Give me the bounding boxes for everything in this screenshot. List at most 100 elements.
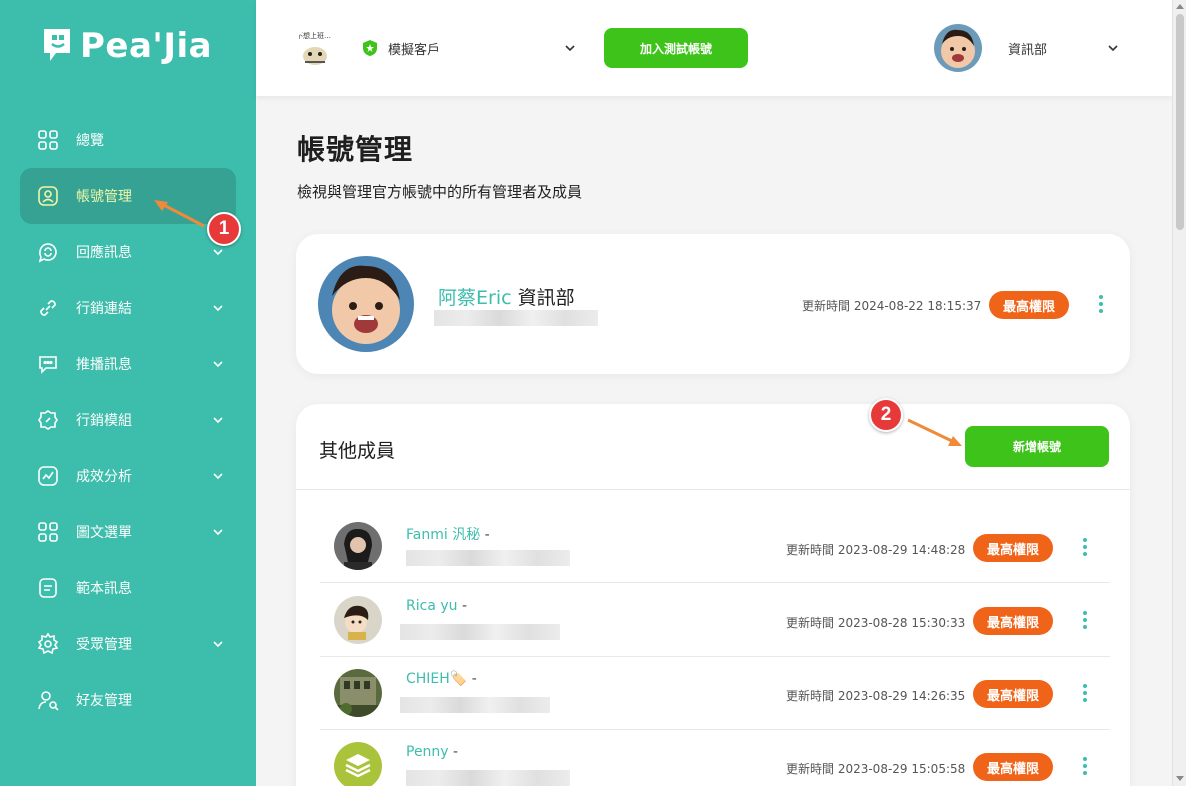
chevron-down-icon [213, 249, 223, 256]
scrollbar[interactable] [1172, 0, 1186, 786]
sidebar-item-label: 成效分析 [76, 469, 132, 485]
join-test-account-button[interactable]: 加入測試帳號 [604, 28, 748, 68]
template-icon [36, 576, 60, 600]
user-square-icon [36, 184, 60, 208]
member-permission-badge: 最高權限 [973, 753, 1053, 781]
member-update-time: 更新時間 2023-08-29 15:05:58 [786, 762, 966, 776]
sidebar-item-label: 行銷模組 [76, 413, 132, 429]
member-permission-badge: 最高權限 [973, 534, 1053, 562]
sidebar-item-label: 帳號管理 [76, 189, 132, 205]
annotation-arrow-2 [907, 418, 962, 446]
sidebar-item-audience-management[interactable]: 受眾管理 [20, 616, 236, 672]
member-avatar [334, 742, 382, 786]
owner-permission-badge: 最高權限 [989, 291, 1069, 319]
member-more-icon[interactable] [1082, 611, 1088, 629]
member-row: Fanmi 汎秘 - 更新時間 2023-08-29 14:48:28 最高權限 [320, 510, 1110, 583]
member-permission-badge: 最高權限 [973, 607, 1053, 635]
scroll-down-arrow-icon[interactable] [1176, 776, 1184, 781]
app-logo[interactable]: Pea'Jia [42, 26, 212, 66]
sidebar-item-label: 行銷連結 [76, 301, 132, 317]
sidebar-item-label: 範本訊息 [76, 581, 132, 597]
owner-name: 阿蔡Eric 資訊部 [438, 283, 575, 310]
sidebar-item-label: 推播訊息 [76, 357, 132, 373]
page-title: 帳號管理 [297, 133, 414, 166]
member-update-time: 更新時間 2023-08-29 14:48:28 [786, 543, 966, 557]
svg-text:不想上班…: 不想上班… [296, 31, 331, 40]
member-avatar [334, 522, 382, 570]
owner-dept: 資訊部 [517, 287, 575, 309]
member-update-time: 更新時間 2023-08-28 15:30:33 [786, 616, 966, 630]
gear-icon [36, 632, 60, 656]
owner-display-name: 阿蔡Eric [438, 287, 512, 309]
member-row: CHIEH🏷️ - 更新時間 2023-08-29 14:26:35 最高權限 [320, 657, 1110, 730]
sidebar-item-label: 回應訊息 [76, 245, 132, 261]
divider [296, 489, 1130, 490]
members-title: 其他成員 [319, 440, 396, 462]
owner-avatar [318, 256, 414, 352]
member-avatar [334, 596, 382, 644]
chevron-down-icon[interactable] [1107, 42, 1119, 54]
sidebar-item-rich-menu[interactable]: 圖文選單 [20, 504, 236, 560]
chart-icon [36, 464, 60, 488]
sidebar-item-template-messages[interactable]: 範本訊息 [20, 560, 236, 616]
user-search-icon [36, 688, 60, 712]
member-email-redacted [406, 770, 570, 786]
sidebar-item-analytics[interactable]: 成效分析 [20, 448, 236, 504]
add-account-button[interactable]: 新增帳號 [965, 426, 1109, 467]
shield-icon [363, 40, 377, 56]
sidebar-item-friend-management[interactable]: 好友管理 [20, 672, 236, 728]
member-permission-badge: 最高權限 [973, 680, 1053, 708]
annotation-arrow-1 [154, 200, 205, 228]
page-subtitle: 檢視與管理官方帳號中的所有管理者及成員 [297, 183, 583, 201]
layout-icon [36, 520, 60, 544]
sidebar-item-label: 圖文選單 [76, 525, 132, 541]
grid-icon [36, 128, 60, 152]
sidebar-item-label: 受眾管理 [76, 637, 132, 653]
member-more-icon[interactable] [1082, 684, 1088, 702]
sidebar-item-overview[interactable]: 總覽 [20, 112, 236, 168]
scroll-up-arrow-icon[interactable] [1176, 4, 1184, 9]
members-card: 其他成員 新增帳號 Fanmi 汎秘 - 更新時間 2023-08-29 14:… [296, 404, 1130, 786]
member-name: Fanmi 汎秘 - [406, 527, 490, 543]
chevron-down-icon [565, 45, 575, 52]
member-email-redacted [400, 697, 550, 713]
user-avatar[interactable] [934, 24, 982, 72]
annotation-badge-1: 1 [207, 212, 241, 246]
chevron-down-icon [213, 529, 223, 536]
scroll-thumb[interactable] [1176, 14, 1184, 230]
chevron-down-icon [213, 473, 223, 480]
member-email-redacted [400, 624, 560, 640]
sidebar-item-reply-messages[interactable]: 回應訊息 [20, 224, 236, 280]
chevron-down-icon [213, 305, 223, 312]
owner-update-time: 更新時間 2024-08-22 18:15:37 [802, 299, 982, 313]
logo-mark-icon [44, 29, 70, 61]
sidebar: Pea'Jia 總覽 帳號管理 回應訊息 行銷連結 推播訊息 行銷模組 成效分析… [0, 0, 256, 786]
chevron-down-icon [213, 641, 223, 648]
compass-icon [36, 408, 60, 432]
sidebar-item-label: 好友管理 [76, 693, 132, 709]
reply-chat-icon [36, 240, 60, 264]
client-avatar[interactable]: 不想上班… [294, 28, 336, 70]
owner-more-icon[interactable] [1098, 295, 1104, 313]
sidebar-item-label: 總覽 [76, 133, 104, 149]
chevron-down-icon [213, 361, 223, 368]
top-header: 不想上班… 模擬客戶 加入測試帳號 資訊部 [256, 0, 1172, 96]
client-name: 模擬客戶 [388, 42, 441, 58]
member-more-icon[interactable] [1082, 538, 1088, 556]
owner-card: 阿蔡Eric 資訊部 更新時間 2024-08-22 18:15:37 最高權限 [296, 234, 1130, 374]
member-row: Penny - 更新時間 2023-08-29 15:05:58 最高權限 [320, 730, 1110, 786]
sidebar-item-marketing-links[interactable]: 行銷連結 [20, 280, 236, 336]
member-row: Rica yu - 更新時間 2023-08-28 15:30:33 最高權限 [320, 584, 1110, 657]
member-name: CHIEH🏷️ - [406, 671, 477, 687]
member-more-icon[interactable] [1082, 757, 1088, 775]
member-name: Rica yu - [406, 598, 468, 614]
sidebar-item-marketing-modules[interactable]: 行銷模組 [20, 392, 236, 448]
member-update-time: 更新時間 2023-08-29 14:26:35 [786, 689, 966, 703]
owner-email-redacted [434, 310, 598, 326]
member-avatar [334, 669, 382, 717]
user-name: 資訊部 [1008, 43, 1048, 58]
logo-text: Pea'Jia [80, 26, 213, 66]
sidebar-item-broadcast-messages[interactable]: 推播訊息 [20, 336, 236, 392]
member-email-redacted [406, 550, 570, 566]
client-selector[interactable]: 模擬客戶 [362, 34, 576, 62]
